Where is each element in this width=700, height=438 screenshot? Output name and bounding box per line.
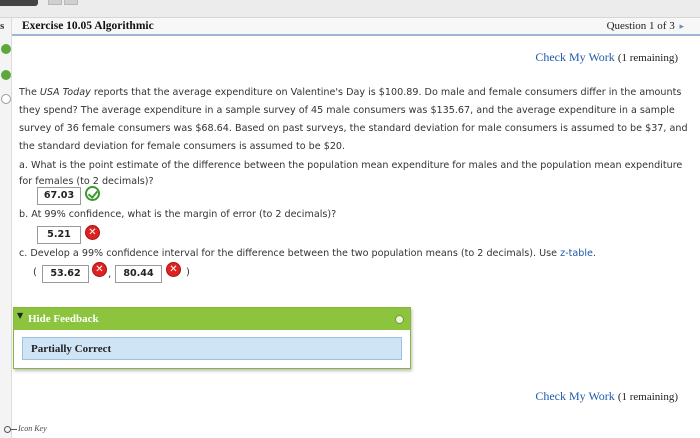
question-position: Question 1 of 3 — [606, 20, 675, 32]
question-navigator[interactable]: Question 1 of 3 ▸ — [607, 20, 684, 32]
x-circle-icon: ✕ — [166, 262, 181, 277]
interval-comma: , — [108, 269, 112, 280]
feedback-panel: ▼ Hide Feedback Partially Correct — [13, 307, 411, 369]
part-c-upper-field[interactable]: 80.44 — [115, 265, 162, 283]
x-circle-icon: ✕ — [85, 225, 100, 240]
question-progress-rail: s — [0, 18, 12, 438]
check-my-work-bottom[interactable]: Check My Work (1 remaining) — [535, 389, 678, 404]
interval-open-paren: ( — [33, 267, 37, 278]
question-1-status-icon[interactable] — [1, 44, 11, 54]
part-a-prompt: a. What is the point estimate of the dif… — [19, 160, 683, 187]
feedback-options-icon[interactable] — [395, 315, 404, 324]
problem-text: reports that the average expenditure on … — [19, 87, 688, 152]
x-circle-icon: ✕ — [92, 262, 107, 277]
feedback-header[interactable]: ▼ Hide Feedback — [14, 308, 410, 330]
question-3-status-icon[interactable] — [1, 94, 11, 104]
feedback-status-box: Partially Correct — [22, 337, 402, 360]
key-icon — [4, 426, 17, 433]
part-c-lower-field[interactable]: 53.62 — [42, 265, 89, 283]
feedback-status: Partially Correct — [31, 343, 112, 355]
part-b-answer-field[interactable]: 5.21 — [37, 226, 81, 244]
check-my-work-link[interactable]: Check My Work — [535, 389, 614, 403]
problem-text: The — [19, 87, 40, 98]
problem-statement: The USA Today reports that the average e… — [19, 84, 691, 156]
exercise-title: Exercise 10.05 Algorithmic — [22, 20, 154, 32]
z-table-link[interactable]: z-table — [560, 248, 593, 259]
top-strip-button[interactable] — [64, 0, 78, 5]
top-strip-tab — [0, 0, 38, 6]
next-question-icon[interactable]: ▸ — [679, 21, 684, 31]
part-c-prompt-end: . — [592, 248, 596, 259]
hide-feedback-toggle[interactable]: Hide Feedback — [28, 313, 99, 325]
part-c-prompt-text: c. Develop a 99% confidence interval for… — [19, 248, 561, 259]
remaining-count: (1 remaining) — [617, 391, 678, 403]
problem-source: USA Today — [39, 87, 91, 98]
question-2-status-icon[interactable] — [1, 70, 11, 80]
part-c-prompt: c. Develop a 99% confidence interval for… — [19, 246, 691, 262]
check-my-work-top[interactable]: Check My Work (1 remaining) — [535, 50, 678, 65]
rail-label: s — [0, 20, 5, 32]
top-strip-button[interactable] — [48, 0, 62, 5]
check-my-work-link[interactable]: Check My Work — [535, 50, 614, 64]
collapse-triangle-icon[interactable]: ▼ — [17, 311, 23, 320]
exercise-header: Exercise 10.05 Algorithmic Question 1 of… — [12, 18, 700, 36]
check-circle-icon — [85, 186, 100, 201]
browser-top-strip — [0, 0, 700, 18]
part-a-answer-field[interactable]: 67.03 — [37, 187, 81, 205]
remaining-count: (1 remaining) — [617, 52, 678, 64]
interval-close-paren: ) — [186, 267, 190, 278]
part-b-prompt: b. At 99% confidence, what is the margin… — [19, 209, 337, 220]
icon-key-link[interactable]: Icon Key — [18, 424, 47, 433]
